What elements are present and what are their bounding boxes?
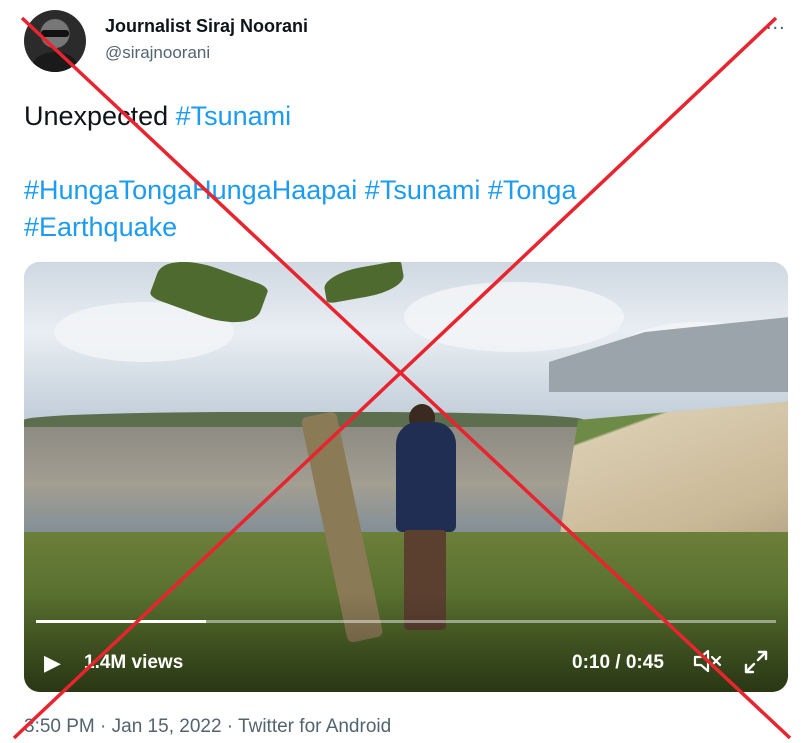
view-count: 1.4M views (84, 652, 184, 673)
tweet-timestamp[interactable]: 3:50 PM · Jan 15, 2022 · Twitter for And… (24, 716, 391, 738)
author-name[interactable]: Journalist Siraj Noorani (105, 16, 308, 37)
hashtag-link[interactable]: #Tsunami (176, 101, 292, 131)
avatar-glasses-shape (41, 30, 69, 37)
video-cloud (404, 282, 624, 352)
expand-icon[interactable] (742, 648, 770, 676)
ellipsis-icon[interactable]: ... (766, 12, 786, 35)
tweet-text: Unexpected #Tsunami #HungaTongaHungaHaap… (24, 98, 764, 246)
volume-muted-icon[interactable] (692, 648, 722, 674)
avatar[interactable] (24, 10, 86, 72)
tweet-plain-text: Unexpected (24, 101, 176, 131)
video-time: 0:10 / 0:45 (572, 652, 664, 673)
author-handle[interactable]: @sirajnoorani (105, 43, 210, 63)
hashtag-link[interactable]: #HungaTongaHungaHaapai (24, 175, 357, 205)
hashtag-link[interactable]: #Tonga (488, 175, 577, 205)
video-progress-bar[interactable] (36, 620, 776, 623)
video-control-shade (24, 592, 788, 692)
tweet-hashtags: #HungaTongaHungaHaapai #Tsunami #Tonga #… (24, 172, 764, 246)
tweet-line-1: Unexpected #Tsunami (24, 98, 764, 135)
video-progress-fill (36, 620, 207, 623)
hashtag-link[interactable]: #Tsunami (365, 175, 481, 205)
video-person (396, 422, 456, 532)
avatar-body-shape (32, 52, 78, 72)
video-player[interactable]: ▶ 1.4M views 0:10 / 0:45 (24, 262, 788, 692)
play-icon[interactable]: ▶ (44, 650, 68, 675)
hashtag-link[interactable]: #Earthquake (24, 212, 177, 242)
